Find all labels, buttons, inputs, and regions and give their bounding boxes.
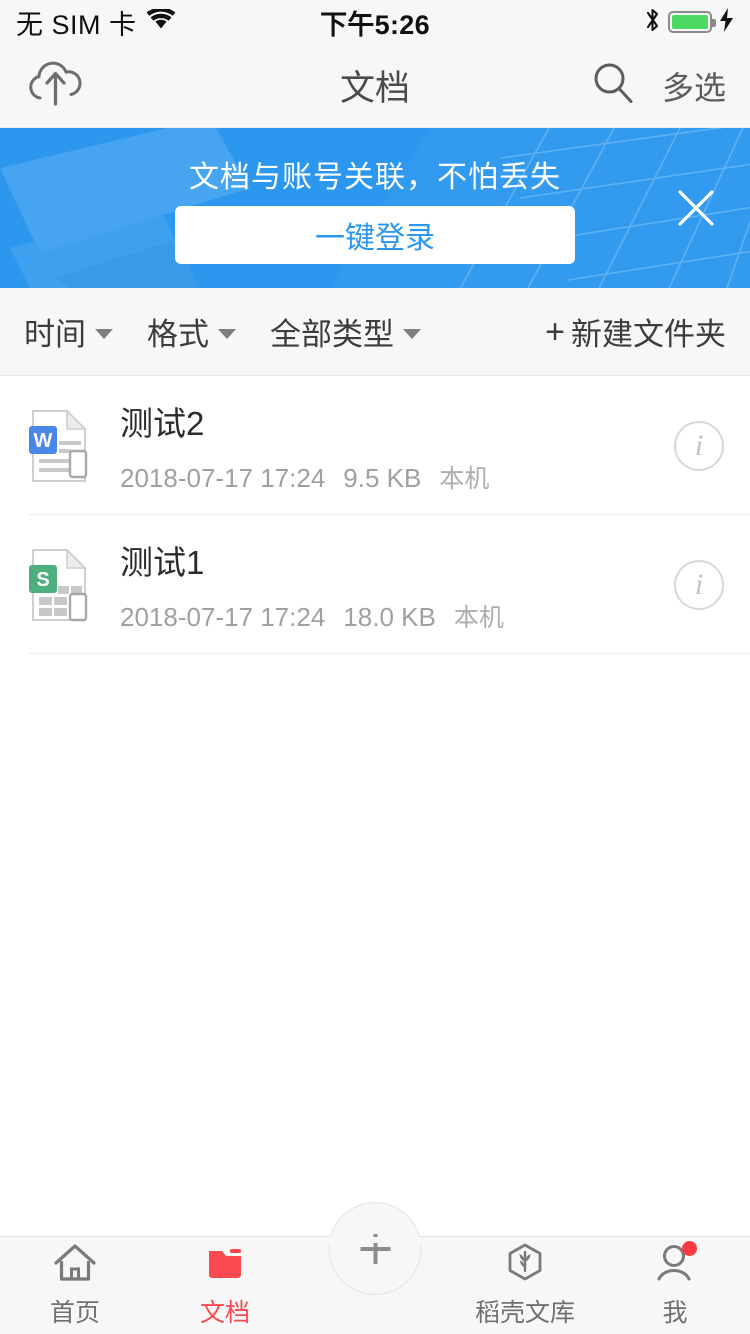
tab-home-label: 首页 [49,1299,100,1327]
svg-text:S: S [36,569,49,591]
file-subtitle: 2018-07-17 17:24 18.0 KB 本机 [120,598,504,634]
home-icon [52,1242,98,1284]
create-button[interactable] [328,1202,422,1295]
file-date: 2018-07-17 17:24 [120,601,326,632]
docer-hexagon-icon [502,1242,548,1284]
file-info: 测试2 2018-07-17 17:24 9.5 KB 本机 [120,397,489,495]
file-list: W 测试2 2018-07-17 17:24 9.5 KB 本机 i S 测试1… [0,376,750,1236]
chevron-down-icon [403,328,421,339]
tab-create-placeholder [300,1202,450,1334]
file-subtitle: 2018-07-17 17:24 9.5 KB 本机 [120,459,489,495]
notification-badge [682,1241,697,1256]
file-location: 本机 [453,603,504,632]
tab-me[interactable]: 我 [600,1237,750,1334]
status-bar-right [644,7,734,38]
banner-message: 文档与账号关联，不怕丢失 [189,161,561,194]
tab-me-label: 我 [662,1299,688,1327]
filter-type[interactable]: 全部类型 [270,309,421,354]
file-location: 本机 [439,464,490,493]
filter-type-label: 全部类型 [270,317,394,352]
fab-notch [327,1237,423,1243]
word-document-icon: W [28,408,90,484]
folder-icon [202,1242,248,1284]
banner-content: 文档与账号关联，不怕丢失 一键登录 [0,128,750,288]
bluetooth-icon [644,7,661,38]
search-icon[interactable] [590,60,636,111]
app-screen: 无 SIM 卡 下午5:26 文档 多选 文档与账号关联，不怕丢失 一键登录 时… [0,0,750,1334]
spreadsheet-document-icon: S [28,547,90,623]
close-icon[interactable] [668,180,724,236]
info-icon[interactable]: i [674,559,724,610]
svg-text:W: W [34,430,53,452]
filter-time-label: 时间 [24,317,86,352]
filter-format-label: 格式 [147,317,209,352]
file-date: 2018-07-17 17:24 [120,462,326,493]
new-folder-button[interactable]: + 新建文件夹 [545,309,726,354]
info-icon[interactable]: i [674,420,724,471]
login-promo-banner: 文档与账号关联，不怕丢失 一键登录 [0,128,750,288]
file-info: 测试1 2018-07-17 17:24 18.0 KB 本机 [120,536,504,634]
file-size: 18.0 KB [343,601,436,632]
tab-documents[interactable]: 文档 [150,1237,300,1334]
chevron-down-icon [218,328,236,339]
navigation-bar-right: 多选 [590,60,726,111]
charging-bolt-icon [719,7,734,37]
table-row[interactable]: W 测试2 2018-07-17 17:24 9.5 KB 本机 i [0,376,750,515]
tab-home[interactable]: 首页 [0,1237,150,1334]
bottom-tab-bar: 首页 文档 稻壳文库 我 [0,1202,750,1334]
battery-icon [668,11,716,33]
status-bar-time: 下午5:26 [320,9,430,40]
person-icon [652,1241,698,1284]
status-bar: 无 SIM 卡 下午5:26 [0,0,750,44]
file-name: 测试2 [120,404,205,442]
one-click-login-button[interactable]: 一键登录 [175,206,575,264]
tab-docer[interactable]: 稻壳文库 [450,1237,600,1334]
plus-icon [360,1233,390,1264]
chevron-down-icon [95,328,113,339]
filter-time[interactable]: 时间 [24,309,113,354]
navigation-bar: 文档 多选 [0,44,750,128]
multiselect-button[interactable]: 多选 [662,63,726,109]
new-folder-label: 新建文件夹 [571,317,726,352]
file-name: 测试1 [120,543,205,581]
filter-bar: 时间 格式 全部类型 + 新建文件夹 [0,288,750,376]
plus-icon: + [545,312,565,351]
tab-documents-label: 文档 [199,1299,250,1327]
tab-docer-label: 稻壳文库 [474,1299,575,1327]
file-size: 9.5 KB [343,462,422,493]
filter-format[interactable]: 格式 [147,309,236,354]
table-row[interactable]: S 测试1 2018-07-17 17:24 18.0 KB 本机 i [0,515,750,654]
